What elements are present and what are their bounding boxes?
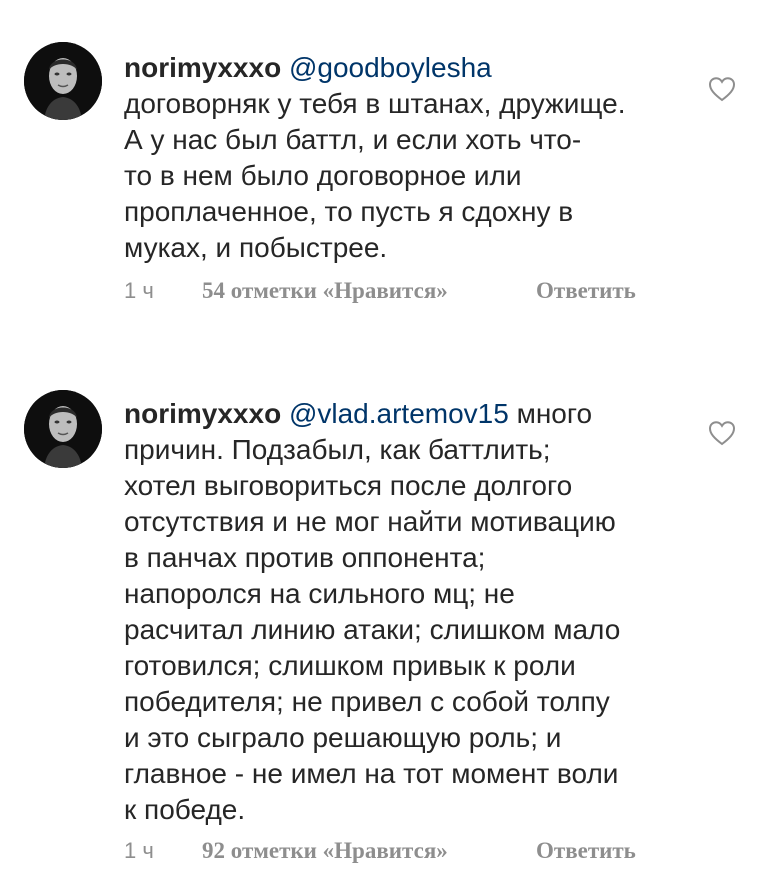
avatar[interactable] xyxy=(24,42,102,120)
comment-line: в панчах против оппонента; xyxy=(124,542,486,573)
comment-line: много xyxy=(508,398,593,429)
like-heart-icon[interactable] xyxy=(708,420,736,446)
comment-username[interactable]: norimyxxxo xyxy=(124,398,281,429)
comment-text: norimyxxxo @vlad.artemov15 много причин.… xyxy=(124,396,694,828)
comment-line: и это сыграло решающую роль; и xyxy=(124,722,562,753)
comment-line: проплаченное, то пусть я сдохну в xyxy=(124,196,574,227)
like-heart-icon[interactable] xyxy=(708,76,736,102)
comment-line: готовился; слишком привык к роли xyxy=(124,650,576,681)
comment-line: договорняк у тебя в штанах, дружище. xyxy=(124,88,626,119)
comment-line: причин. Подзабыл, как баттлить; xyxy=(124,434,551,465)
reply-button[interactable]: Ответить xyxy=(536,274,646,308)
comment-time: 1 ч xyxy=(124,278,154,303)
comment-likes-link[interactable]: 92 отметки «Нравится» xyxy=(202,834,448,868)
comment-mention[interactable]: @vlad.artemov15 xyxy=(289,398,509,429)
reply-button[interactable]: Ответить xyxy=(536,834,646,868)
comment-mention[interactable]: @goodboylesha xyxy=(289,52,492,83)
comment-line: к победе. xyxy=(124,794,246,825)
comment-username[interactable]: norimyxxxo xyxy=(124,52,281,83)
comment-time: 1 ч xyxy=(124,838,154,863)
comment-line: победителя; не привел с собой толпу xyxy=(124,686,610,717)
comment-line: муках, и побыстрее. xyxy=(124,232,388,263)
comment-line: расчитал линию атаки; слишком мало xyxy=(124,614,621,645)
avatar[interactable] xyxy=(24,390,102,468)
comment-text: norimyxxxo @goodboylesha договорняк у те… xyxy=(124,50,694,266)
comment-line: главное - не имел на тот момент воли xyxy=(124,758,619,789)
comment-line: отсутствия и не мог найти мотивацию xyxy=(124,506,616,537)
comment-line: то в нем было договорное или xyxy=(124,160,522,191)
comment-line: напоролся на сильного мц; не xyxy=(124,578,515,609)
comment-likes-link[interactable]: 54 отметки «Нравится» xyxy=(202,274,448,308)
comment-line: А у нас был баттл, и если хоть что- xyxy=(124,124,582,155)
comment-line: хотел выговориться после долгого xyxy=(124,470,573,501)
